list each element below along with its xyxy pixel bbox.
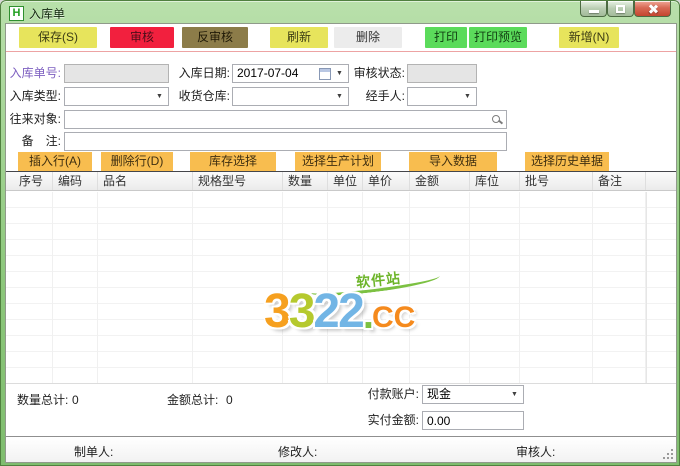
payment-account-label: 付款账户: [367, 387, 419, 401]
order-date-label: 入库日期: [178, 66, 230, 80]
grid-column-line [53, 192, 98, 383]
window-title: 入库单 [29, 7, 66, 21]
chevron-down-icon: ▼ [336, 93, 343, 100]
print-button[interactable]: 打印 [425, 27, 467, 48]
close-button[interactable] [634, 1, 671, 17]
payment-account-value: 现金 [427, 387, 452, 401]
column-header-name[interactable]: 品名 [98, 172, 193, 190]
search-icon[interactable] [492, 115, 500, 123]
creator-label: 制单人: [74, 445, 114, 459]
close-icon [648, 4, 658, 14]
auditor-label: 审核人: [516, 445, 556, 459]
grid-header: 序号 编码 品名 规格型号 数量 单位 单价 金额 库位 批号 备注 [6, 171, 676, 191]
remark-label: 备 注: [21, 134, 61, 148]
column-header-amount[interactable]: 金额 [410, 172, 470, 190]
insert-row-button[interactable]: 插入行(A) [18, 152, 92, 171]
audit-button[interactable]: 审核 [110, 27, 174, 48]
paid-amount-label: 实付金额: [367, 413, 419, 427]
handler-select[interactable]: ▼ [407, 87, 477, 106]
grid-column-line [470, 192, 520, 383]
warehouse-label: 收货仓库: [178, 89, 230, 103]
remark-input[interactable] [64, 132, 507, 151]
grid-column-line [6, 192, 53, 383]
qty-total-value: 0 [72, 393, 79, 407]
grid-column-line [193, 192, 283, 383]
column-header-unit[interactable]: 单位 [328, 172, 363, 190]
grid-body[interactable] [6, 192, 676, 384]
handler-label: 经手人: [365, 89, 405, 103]
grid-column-line [520, 192, 593, 383]
stock-select-button[interactable]: 库存选择 [190, 152, 276, 171]
order-no-label: 入库单号: [9, 66, 61, 80]
unaudit-button[interactable]: 反审核 [182, 27, 248, 48]
calendar-icon[interactable] [319, 68, 331, 80]
column-header-remark[interactable]: 备注 [593, 172, 646, 190]
column-header-strip [646, 172, 676, 190]
minimize-button[interactable] [580, 1, 607, 17]
import-data-button[interactable]: 导入数据 [409, 152, 497, 171]
payment-account-select[interactable]: 现金 ▼ [422, 385, 524, 404]
modifier-label: 修改人: [278, 445, 318, 459]
column-header-price[interactable]: 单价 [363, 172, 410, 190]
column-header-qty[interactable]: 数量 [283, 172, 328, 190]
column-header-location[interactable]: 库位 [470, 172, 520, 190]
delete-row-button[interactable]: 删除行(D) [101, 152, 173, 171]
order-no-input [64, 64, 169, 83]
chevron-down-icon: ▼ [156, 93, 163, 100]
print-preview-button[interactable]: 打印预览 [469, 27, 527, 48]
column-header-seq[interactable]: 序号 [6, 172, 53, 190]
type-select[interactable]: ▼ [64, 87, 169, 106]
amount-total-value: 0 [226, 393, 233, 407]
audit-status-input [407, 64, 477, 83]
app-icon: H [9, 6, 24, 21]
delete-button[interactable]: 删除 [334, 27, 402, 48]
counterparty-label: 往来对象: [9, 112, 61, 126]
column-header-code[interactable]: 编码 [53, 172, 98, 190]
grid-column-line [328, 192, 363, 383]
production-plan-button[interactable]: 选择生产计划 [295, 152, 381, 171]
chevron-down-icon[interactable]: ▼ [333, 65, 346, 82]
column-header-spec[interactable]: 规格型号 [193, 172, 283, 190]
scrollbar-strip [646, 192, 676, 383]
warehouse-select[interactable]: ▼ [232, 87, 349, 106]
grid-column-line [410, 192, 470, 383]
history-select-button[interactable]: 选择历史单据 [525, 152, 609, 171]
save-button[interactable]: 保存(S) [19, 27, 97, 48]
grid-column-line [593, 192, 646, 383]
type-label: 入库类型: [9, 89, 61, 103]
chevron-down-icon: ▼ [464, 93, 471, 100]
counterparty-input[interactable] [64, 110, 507, 129]
grid-column-line [98, 192, 193, 383]
maximize-button[interactable] [607, 1, 634, 17]
grid-column-line [283, 192, 328, 383]
qty-total-label: 数量总计: [17, 393, 69, 407]
refresh-button[interactable]: 刷新 [270, 27, 328, 48]
window-titlebar: H 入库单 [1, 1, 679, 23]
order-date-picker[interactable]: 2017-07-04 ▼ [232, 64, 349, 83]
window: H 入库单 保存(S) 审核 反审核 刷新 删除 打印 打印预览 新增(N) 入… [0, 0, 680, 466]
client-area: 保存(S) 审核 反审核 刷新 删除 打印 打印预览 新增(N) 入库单号: 入… [5, 23, 677, 463]
audit-status-label: 审核状态: [353, 66, 405, 80]
chevron-down-icon: ▼ [511, 391, 518, 398]
order-date-value: 2017-07-04 [237, 66, 299, 80]
new-button[interactable]: 新增(N) [559, 27, 619, 48]
toolbar-separator [6, 51, 676, 52]
amount-total-label: 金额总计: [167, 393, 219, 407]
grid-column-line [363, 192, 410, 383]
minimize-icon [589, 10, 599, 13]
column-header-batch[interactable]: 批号 [520, 172, 593, 190]
resize-grip[interactable] [663, 449, 673, 459]
paid-amount-input[interactable] [422, 411, 524, 430]
maximize-icon [616, 5, 625, 13]
statusbar: 制单人: 修改人: 审核人: [6, 436, 676, 462]
